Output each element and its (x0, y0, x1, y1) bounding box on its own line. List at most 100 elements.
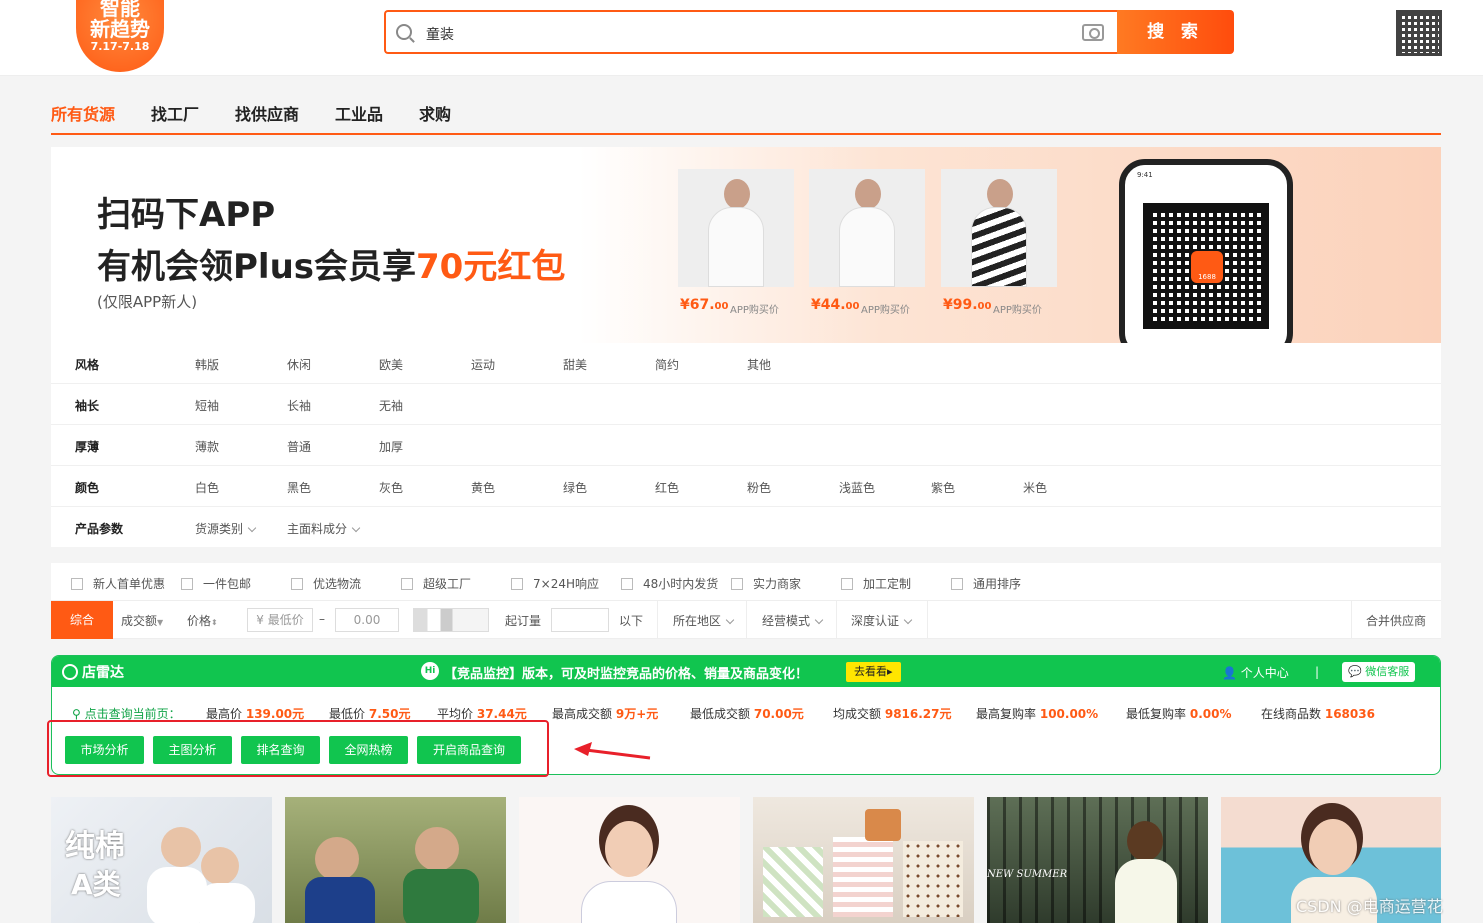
service-checkbox[interactable]: 通用排序 (951, 575, 1021, 592)
search-button[interactable]: 搜 索 (1117, 10, 1234, 54)
sort-price[interactable]: 价格⬍ (187, 612, 218, 629)
chevron-down-icon (903, 615, 913, 625)
divider (836, 601, 837, 639)
caret-down-icon: ▼ (157, 618, 164, 627)
service-checkbox[interactable]: 7×24H响应 (511, 575, 599, 592)
business-mode-dropdown[interactable]: 经营模式 (762, 612, 824, 629)
filter-option[interactable]: 休闲 (287, 356, 311, 373)
wechat-service-button[interactable]: 💬 微信客服 (1342, 662, 1416, 682)
min-price-input[interactable]: ¥ 最低价 (247, 608, 313, 632)
filter-option[interactable]: 米色 (1023, 479, 1047, 496)
moq-label: 起订量 (505, 614, 542, 628)
service-checkbox[interactable]: 优选物流 (291, 575, 361, 592)
banner-line1: 扫码下APP (97, 195, 276, 235)
search-input[interactable]: 童装 (426, 24, 454, 44)
moq-input[interactable] (551, 608, 609, 632)
filter-option[interactable]: 薄款 (195, 438, 219, 455)
divider (927, 601, 928, 639)
service-filter-bar: 新人首单优惠 一件包邮 优选物流 超级工厂 7×24H响应 48小时内发货 实力… (51, 563, 1441, 601)
plugin-header: 店雷达 Hi 【竞品监控】版本，可及时监控竞品的价格、销量及商品变化！ 去看看▸… (52, 656, 1440, 687)
filter-option[interactable]: 浅蓝色 (839, 479, 875, 496)
annotation-arrow-icon (574, 742, 651, 760)
filter-option[interactable]: 甜美 (563, 356, 587, 373)
camera-icon[interactable] (1082, 24, 1104, 41)
phone-qr-mockup: 9:41 1688 (1119, 159, 1293, 343)
banner-product-2[interactable]: ¥44.00 APP购买价 (809, 169, 925, 319)
go-see-button[interactable]: 去看看▸ (846, 662, 901, 682)
filter-option[interactable]: 普通 (287, 438, 311, 455)
filter-option[interactable]: 韩版 (195, 356, 219, 373)
hi-icon: Hi (421, 662, 439, 680)
filter-option[interactable]: 绿色 (563, 479, 587, 496)
product-image (678, 169, 794, 287)
filter-label: 厚薄 (75, 440, 100, 454)
plugin-brand[interactable]: 店雷达 (62, 662, 124, 682)
filter-row-params: 产品参数 货源类别 主面料成分 (51, 507, 1441, 548)
filter-option[interactable]: 白色 (195, 479, 219, 496)
filter-option[interactable]: 长袖 (287, 397, 311, 414)
qr-code-icon[interactable] (1396, 10, 1442, 56)
filter-row-color: 颜色 白色 黑色 灰色 黄色 绿色 红色 粉色 浅蓝色 紫色 米色 (51, 466, 1441, 507)
filter-label: 产品参数 (75, 522, 124, 536)
filter-option[interactable]: 紫色 (931, 479, 955, 496)
filter-option[interactable]: 粉色 (747, 479, 771, 496)
sort-comprehensive[interactable]: 综合 (51, 601, 113, 639)
product-price-tag: APP购买价 (730, 305, 779, 316)
banner-product-1[interactable]: ¥67.00 APP购买价 (678, 169, 794, 319)
product-card-image[interactable] (519, 797, 740, 923)
stat-min-repurchase: 最低复购率 0.00% (1126, 707, 1232, 721)
user-icon: 👤 (1222, 666, 1237, 680)
divider (657, 601, 658, 639)
service-checkbox[interactable]: 加工定制 (841, 575, 911, 592)
highlight-annotation-box (47, 720, 549, 777)
tab-all-goods[interactable]: 所有货源 (51, 101, 115, 125)
filter-option[interactable]: 黑色 (287, 479, 311, 496)
product-card-image[interactable] (285, 797, 506, 923)
header: 智能 新趋势 7.17-7.18 童装 搜 索 (0, 0, 1483, 76)
product-card-image[interactable]: NEW SUMMER (987, 797, 1208, 923)
radar-icon (62, 664, 78, 680)
checkbox-icon (951, 578, 963, 590)
app-promo-banner[interactable]: 扫码下APP 有机会领Plus会员享70元红包 (仅限APP新人) ¥67.00… (51, 147, 1441, 343)
filter-dropdown-source-type[interactable]: 货源类别 (195, 520, 257, 537)
filter-option[interactable]: 短袖 (195, 397, 219, 414)
filter-option[interactable]: 黄色 (471, 479, 495, 496)
service-checkbox[interactable]: 一件包邮 (181, 575, 251, 592)
filter-option[interactable]: 简约 (655, 356, 679, 373)
stat-max-repurchase: 最高复购率 100.00% (976, 707, 1099, 721)
service-checkbox[interactable]: 新人首单优惠 (71, 575, 165, 592)
filter-option[interactable]: 欧美 (379, 356, 403, 373)
filter-label: 风格 (75, 358, 100, 372)
filter-option[interactable]: 无袖 (379, 397, 403, 414)
product-price: ¥67.00 (680, 297, 729, 313)
tab-purchase[interactable]: 求购 (419, 101, 451, 125)
filter-option[interactable]: 运动 (471, 356, 495, 373)
filter-dropdown-fabric[interactable]: 主面料成分 (287, 520, 361, 537)
stat-online-count: 在线商品数 168036 (1261, 707, 1375, 721)
user-center-link[interactable]: 👤 个人中心 (1222, 664, 1289, 681)
tab-find-factory[interactable]: 找工厂 (151, 101, 199, 125)
sort-volume[interactable]: 成交额▼ (121, 612, 163, 629)
region-dropdown[interactable]: 所在地区 (673, 612, 735, 629)
product-card-image[interactable]: 纯棉 A类 (51, 797, 272, 923)
filter-option[interactable]: 加厚 (379, 438, 403, 455)
search-box[interactable]: 童装 (384, 10, 1118, 54)
banner-product-3[interactable]: ¥99.00 APP购买价 (941, 169, 1057, 319)
price-distribution-slider[interactable] (413, 608, 489, 632)
logo-line2: 新趋势 (90, 17, 150, 41)
certification-dropdown[interactable]: 深度认证 (851, 612, 913, 629)
max-price-input[interactable]: 0.00 (335, 608, 399, 632)
service-checkbox[interactable]: 48小时内发货 (621, 575, 718, 592)
filter-option[interactable]: 灰色 (379, 479, 403, 496)
merge-suppliers-toggle[interactable]: 合并供应商 (1366, 612, 1426, 629)
filter-option[interactable]: 红色 (655, 479, 679, 496)
tab-industrial[interactable]: 工业品 (335, 101, 383, 125)
product-image (809, 169, 925, 287)
promo-logo[interactable]: 智能 新趋势 7.17-7.18 (76, 0, 164, 72)
service-checkbox[interactable]: 实力商家 (731, 575, 801, 592)
stat-max-volume: 最高成交额 9万+元 (552, 707, 659, 721)
tab-find-supplier[interactable]: 找供应商 (235, 101, 299, 125)
product-card-image[interactable] (753, 797, 974, 923)
filter-option[interactable]: 其他 (747, 356, 771, 373)
service-checkbox[interactable]: 超级工厂 (401, 575, 471, 592)
